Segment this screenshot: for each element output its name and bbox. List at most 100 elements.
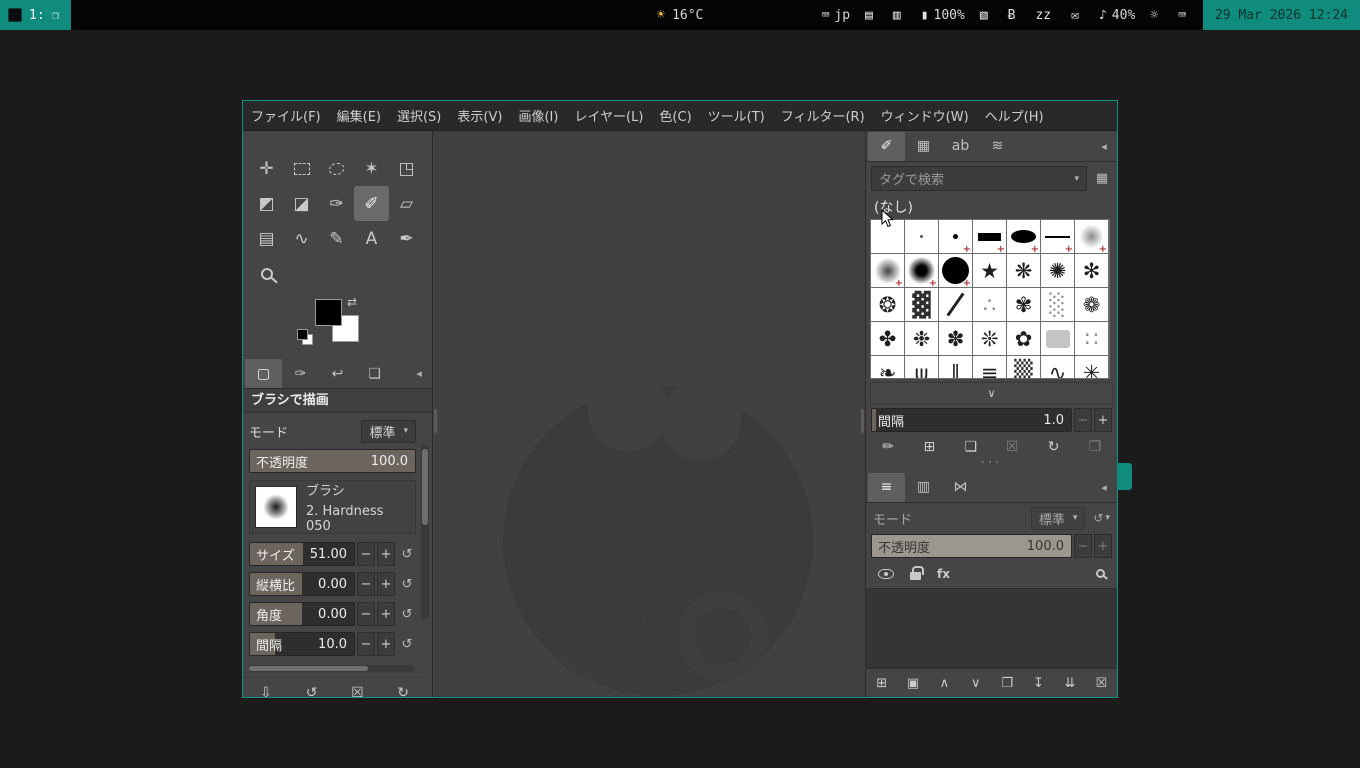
increment-button[interactable]: +: [377, 572, 395, 596]
clone-tool[interactable]: ▤: [249, 221, 284, 256]
increment-button[interactable]: +: [1094, 534, 1112, 558]
input-method-indicator[interactable]: ⌨: [1178, 8, 1191, 23]
increment-button[interactable]: +: [377, 602, 395, 626]
open-brush-as-image-button[interactable]: ❐: [1083, 439, 1107, 455]
menu-item[interactable]: ヘルプ(H): [977, 106, 1052, 125]
canvas[interactable]: [433, 131, 865, 697]
new-layer-button[interactable]: ⊞: [870, 676, 894, 691]
menu-item[interactable]: 編集(E): [329, 106, 389, 125]
delete-layer-button[interactable]: ☒: [1089, 676, 1113, 691]
brush-item[interactable]: ❁: [1075, 288, 1108, 321]
layer-mode-select[interactable]: 標準 ▾: [1030, 506, 1086, 530]
brush-item[interactable]: [939, 254, 972, 287]
menu-item[interactable]: ウィンドウ(W): [873, 106, 977, 125]
menu-item[interactable]: フィルター(R): [773, 106, 873, 125]
reset-tool-options-button[interactable]: ↻: [391, 685, 415, 701]
tag-search-select[interactable]: タグで検索 ▾: [871, 166, 1087, 191]
brush-item[interactable]: ✾: [1007, 288, 1040, 321]
brush-item[interactable]: [871, 254, 904, 287]
tab-images[interactable]: ❏: [356, 359, 393, 388]
pane-resize-handle[interactable]: ···: [866, 457, 1117, 472]
brush-spacing-slider[interactable]: 間隔 1.0: [871, 408, 1072, 432]
tab-patterns[interactable]: ▦: [905, 132, 942, 161]
battery-indicator[interactable]: ▮ 100%: [921, 8, 965, 23]
free-select-tool[interactable]: [319, 151, 354, 186]
new-brush-button[interactable]: ⊞: [917, 439, 941, 455]
brush-item[interactable]: ❉: [905, 322, 938, 355]
move-tool[interactable]: ✛: [249, 151, 284, 186]
decrement-button[interactable]: −: [357, 542, 375, 566]
menu-item[interactable]: ツール(T): [700, 106, 773, 125]
tab-layers[interactable]: ≡: [868, 472, 905, 502]
expand-brush-list-button[interactable]: ∨: [870, 382, 1113, 404]
search-layers-icon[interactable]: [1096, 569, 1105, 578]
brush-item[interactable]: ❧: [871, 356, 904, 378]
tab-undo-history[interactable]: ↩: [319, 359, 356, 388]
delete-brush-button[interactable]: ☒: [1000, 439, 1024, 455]
active-brush-preview[interactable]: [255, 486, 297, 528]
dock-menu-button[interactable]: ◂: [1093, 481, 1115, 494]
brush-item[interactable]: ✽: [939, 322, 972, 355]
clipboard-indicator[interactable]: ▤: [865, 8, 878, 23]
smudge-tool[interactable]: ∿: [284, 221, 319, 256]
tab-device-status[interactable]: ✑: [282, 359, 319, 388]
mode-select[interactable]: 標準 ▾: [361, 419, 416, 443]
duplicate-layer-button[interactable]: ❐: [995, 676, 1019, 691]
layer-mode-switch-button[interactable]: ↺ ▾: [1093, 511, 1110, 525]
scrollbar-thumb[interactable]: [422, 449, 428, 525]
increment-button[interactable]: +: [377, 632, 395, 656]
scrollbar-horizontal[interactable]: [249, 665, 414, 672]
brush-item[interactable]: [1041, 322, 1074, 355]
brush-item[interactable]: ✺: [1041, 254, 1074, 287]
brush-item[interactable]: ∴: [973, 288, 1006, 321]
weather-widget[interactable]: ☀ 16°C: [657, 7, 704, 23]
brush-item[interactable]: ✳: [1075, 356, 1108, 378]
color-picker-tool[interactable]: ✒: [389, 221, 424, 256]
brush-item[interactable]: [905, 254, 938, 287]
tab-fonts[interactable]: ab: [942, 132, 979, 161]
bluetooth-indicator[interactable]: Ƀ: [1008, 8, 1021, 23]
brush-item[interactable]: ░: [1041, 288, 1074, 321]
decrement-button[interactable]: −: [1074, 534, 1092, 558]
brush-item[interactable]: [1007, 220, 1040, 253]
raise-layer-button[interactable]: ∧: [932, 676, 956, 691]
brush-item[interactable]: ✤: [871, 322, 904, 355]
brush-item[interactable]: ▓: [905, 288, 938, 321]
duplicate-brush-button[interactable]: ❏: [959, 439, 983, 455]
menu-item[interactable]: 画像(I): [510, 106, 566, 125]
refresh-brushes-button[interactable]: ↻: [1042, 439, 1066, 455]
dock-menu-button[interactable]: ◂: [408, 367, 430, 380]
decrement-button[interactable]: −: [1074, 408, 1092, 432]
idle-inhibitor[interactable]: zz: [1035, 8, 1056, 23]
increment-button[interactable]: +: [1094, 408, 1112, 432]
decrement-button[interactable]: −: [357, 572, 375, 596]
edit-brush-button[interactable]: ✏: [876, 439, 900, 455]
angle-slider[interactable]: 角度 0.00: [249, 602, 355, 626]
reset-icon[interactable]: ↺: [398, 637, 416, 652]
new-layer-group-button[interactable]: ▣: [901, 676, 925, 691]
brush-item[interactable]: [939, 220, 972, 253]
reset-icon[interactable]: ↺: [398, 577, 416, 592]
brush-item[interactable]: ✻: [1075, 254, 1108, 287]
tab-brushes[interactable]: ✐: [868, 131, 905, 161]
pane-resize-handle[interactable]: [861, 409, 864, 433]
display-indicator[interactable]: ▧: [980, 8, 993, 23]
notifications-indicator[interactable]: ✉: [1071, 8, 1084, 23]
tab-paths[interactable]: ⋈: [942, 473, 979, 502]
pane-resize-handle[interactable]: [434, 409, 437, 433]
menu-item[interactable]: 選択(S): [389, 106, 449, 125]
merge-down-button[interactable]: ⇊: [1058, 676, 1082, 691]
opacity-slider[interactable]: 不透明度 100.0: [249, 449, 416, 473]
zoom-tool[interactable]: [249, 256, 284, 291]
lower-layer-button[interactable]: ∨: [964, 676, 988, 691]
aspect-ratio-slider[interactable]: 縦横比 0.00: [249, 572, 355, 596]
bucket-fill-tool[interactable]: ◪: [284, 186, 319, 221]
brush-item[interactable]: [973, 220, 1006, 253]
brush-item[interactable]: ❂: [871, 288, 904, 321]
workspace-button[interactable]: 1: ❐: [0, 0, 71, 30]
brush-item[interactable]: ★: [973, 254, 1006, 287]
scrollbar-vertical[interactable]: [421, 445, 429, 619]
notes-indicator[interactable]: ▥: [893, 8, 906, 23]
layer-effects-icon[interactable]: fx: [937, 567, 950, 581]
crop-tool[interactable]: ◳: [389, 151, 424, 186]
